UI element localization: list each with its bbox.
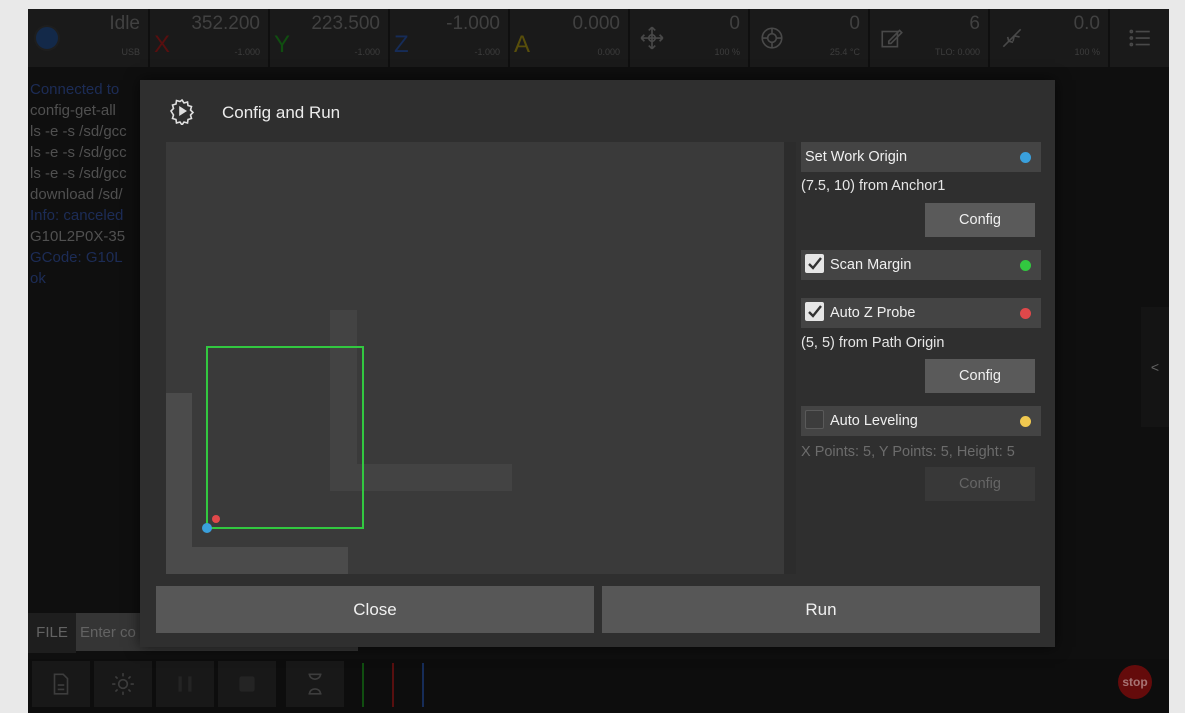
gear-play-icon [168,97,196,127]
checkmark-icon [808,257,822,270]
config-and-run-dialog: Config and Run Set Work Origin (7.5, 10)… [140,80,1055,647]
auto-z-probe-point [212,515,220,523]
auto-leveling-checkbox[interactable] [805,410,824,429]
auto-leveling-label: Auto Leveling [830,413,918,429]
auto-z-probe-config-button[interactable]: Config [925,359,1035,393]
app-window: Idle USB X 352.200 -1.000 Y 223.500 -1.0… [28,9,1169,713]
work-origin-config-button[interactable]: Config [925,203,1035,237]
preview-drawing [166,310,512,574]
path-preview-canvas[interactable] [166,142,784,574]
anchor-bar-vertical [166,393,192,574]
auto-z-probe-header[interactable]: Auto Z Probe [801,298,1041,328]
close-button[interactable]: Close [156,586,594,633]
scan-margin-checkbox[interactable] [805,254,824,273]
set-work-origin-header[interactable]: Set Work Origin [801,142,1041,172]
set-work-origin-label: Set Work Origin [805,149,908,165]
workpiece-bar-vertical [330,310,357,490]
canvas-scrollbar[interactable] [784,142,796,574]
auto-z-probe-checkbox[interactable] [805,302,824,321]
scan-margin-header[interactable]: Scan Margin [801,250,1041,280]
work-origin-point [202,523,212,533]
auto-z-probe-color-dot [1020,308,1031,319]
auto-leveling-config-button[interactable]: Config [925,467,1035,501]
work-origin-info: (7.5, 10) from Anchor1 [801,178,946,194]
dialog-header: Config and Run [140,80,1055,142]
auto-leveling-header[interactable]: Auto Leveling [801,406,1041,436]
anchor-bar-horizontal [166,547,348,574]
workpiece-bar-horizontal [330,464,512,491]
auto-z-probe-info: (5, 5) from Path Origin [801,335,945,351]
checkmark-icon [808,305,822,318]
auto-z-probe-label: Auto Z Probe [830,305,916,321]
scan-margin-label: Scan Margin [830,257,912,273]
dialog-title: Config and Run [222,103,341,122]
auto-leveling-info: X Points: 5, Y Points: 5, Height: 5 [801,444,1015,460]
work-origin-color-dot [1020,152,1031,163]
scan-margin-color-dot [1020,260,1031,271]
run-button[interactable]: Run [602,586,1040,633]
auto-leveling-color-dot [1020,416,1031,427]
